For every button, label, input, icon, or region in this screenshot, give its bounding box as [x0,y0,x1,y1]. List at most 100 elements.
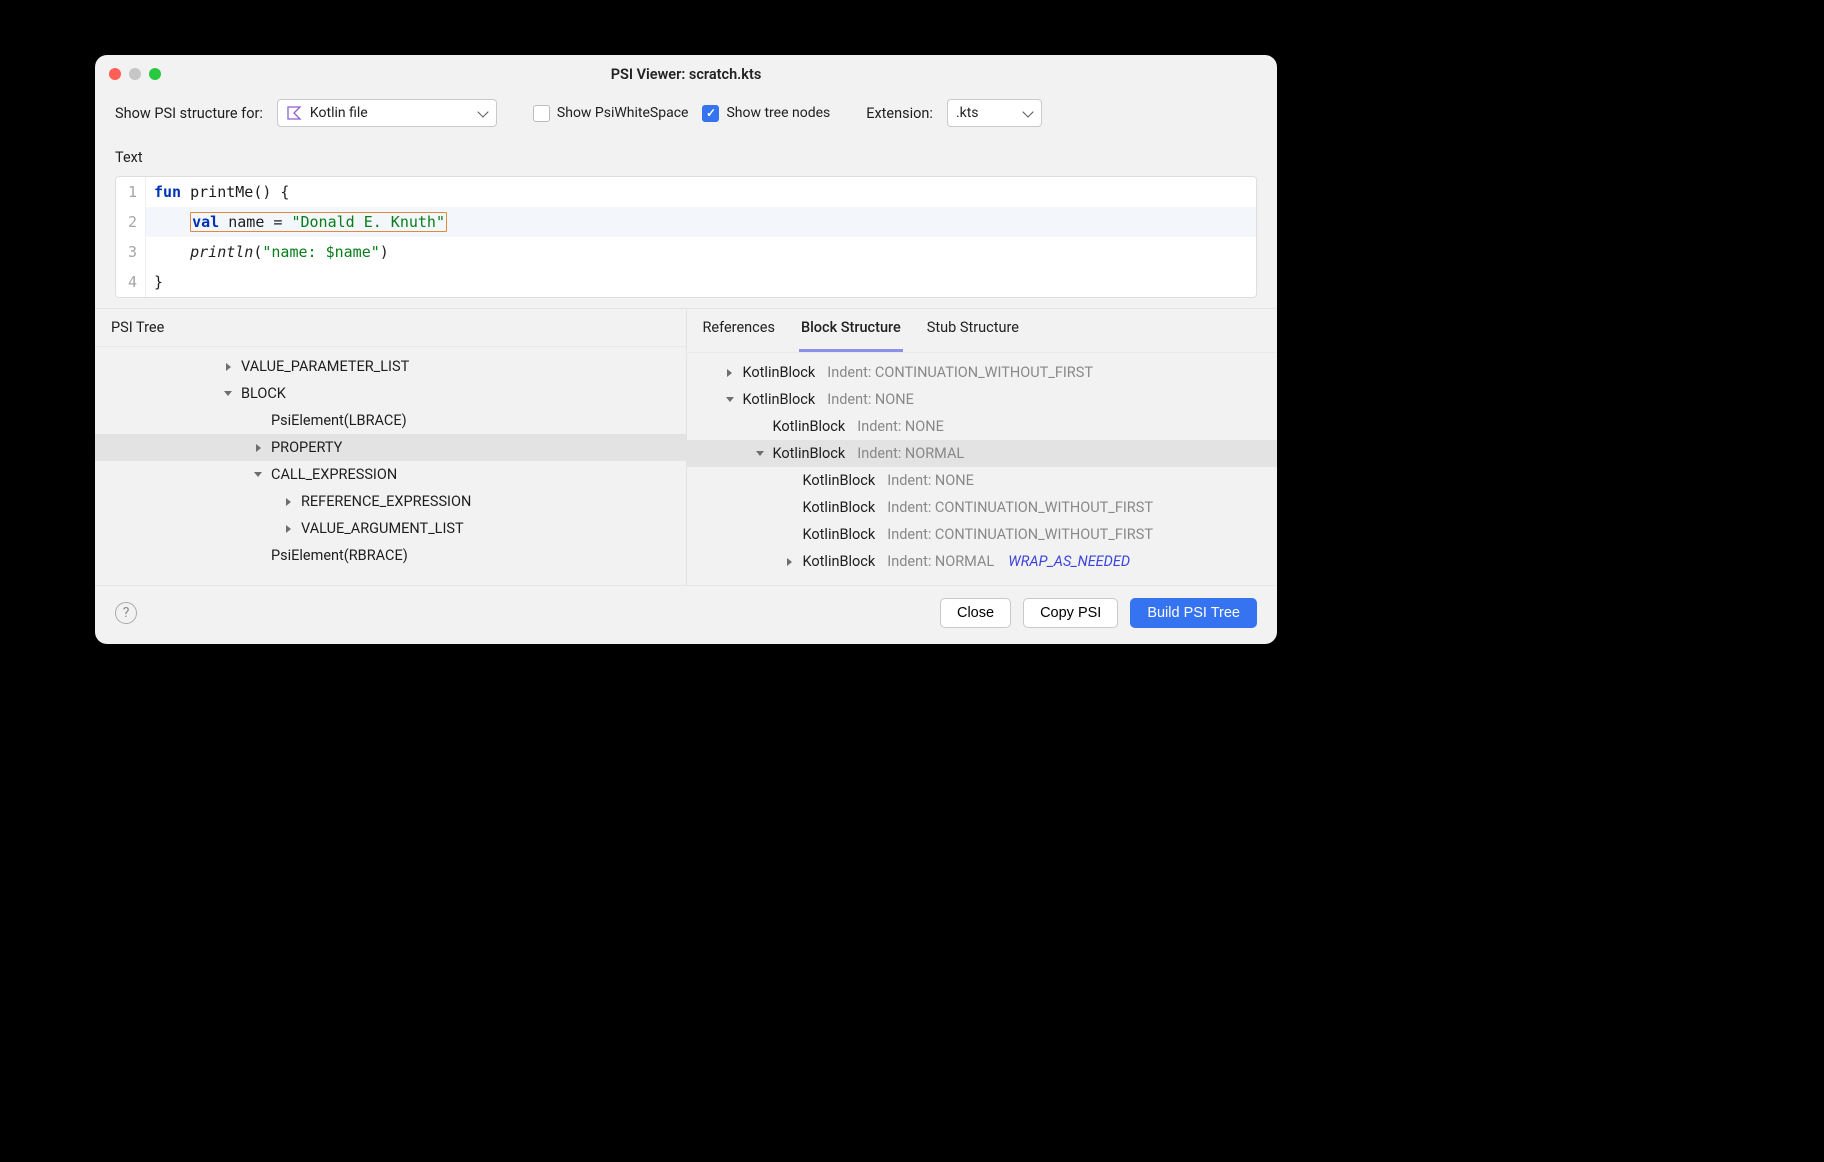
tree-arrow-none [753,420,767,434]
tree-row[interactable]: KotlinBlockIndent: NORMAL [687,440,1278,467]
show-whitespace-checkbox[interactable]: Show PsiWhiteSpace [533,105,689,122]
close-button[interactable]: Close [940,598,1011,628]
tree-item-label: KotlinBlock [773,418,846,435]
tree-row[interactable]: VALUE_ARGUMENT_LIST [95,515,686,542]
file-type-value: Kotlin file [310,105,368,121]
line-number: 4 [116,267,146,297]
tree-item-label: KotlinBlock [743,391,816,408]
tree-item-label: VALUE_ARGUMENT_LIST [301,520,464,537]
block-structure-tree[interactable]: KotlinBlock Indent: CONTINUATION_WITHOUT_… [687,353,1278,585]
line-number: 3 [116,237,146,267]
kotlin-icon [286,105,302,121]
tree-item-label: KotlinBlock [803,553,876,570]
tree-row[interactable]: PsiElement(LBRACE) [95,407,686,434]
tree-item-label: KotlinBlock [803,526,876,543]
line-number: 1 [116,177,146,207]
tree-item-detail: Indent: NONE [887,472,974,489]
tree-row[interactable]: KotlinBlock Indent: NONE [687,413,1278,440]
tree-item-label: VALUE_PARAMETER_LIST [241,358,409,375]
code-panel[interactable]: 1 fun printMe() { 2 val name = "Donald E… [115,176,1257,298]
tree-row[interactable]: KotlinBlock Indent: NORMAL WRAP_AS_NEEDED [687,548,1278,575]
toolbar: Show PSI structure for: Kotlin file Show… [95,93,1277,141]
code-line[interactable]: 3 println("name: $name") [116,237,1256,267]
footer: ? Close Copy PSI Build PSI Tree [95,585,1277,644]
show-psi-label: Show PSI structure for: [115,105,263,122]
tree-row[interactable]: CALL_EXPRESSION [95,461,686,488]
chevron-down-icon[interactable] [221,387,235,401]
tree-row[interactable]: BLOCK [95,380,686,407]
tree-row[interactable]: KotlinBlock Indent: CONTINUATION_WITHOUT_… [687,494,1278,521]
chevron-down-icon [1023,108,1033,118]
tree-item-label: KotlinBlock [773,445,846,462]
tree-arrow-none [783,501,797,515]
titlebar: PSI Viewer: scratch.kts [95,55,1277,93]
tree-row[interactable]: KotlinBlock Indent: CONTINUATION_WITHOUT_… [687,359,1278,386]
tree-item-label: KotlinBlock [803,499,876,516]
text-section-label: Text [95,141,1277,176]
tree-item-label: PROPERTY [271,439,342,456]
chevron-down-icon[interactable] [251,468,265,482]
chevron-right-icon[interactable] [723,366,737,380]
tab-block-structure[interactable]: Block Structure [801,319,901,342]
window-title: PSI Viewer: scratch.kts [95,66,1277,83]
tree-item-label: PsiElement(RBRACE) [271,547,408,564]
tree-item-detail: Indent: CONTINUATION_WITHOUT_FIRST [887,499,1153,516]
extension-select[interactable]: .kts [947,99,1042,127]
checkbox-checked-icon [702,105,719,122]
psi-tree-pane: PSI Tree VALUE_PARAMETER_LIST BLOCK PsiEle… [95,309,687,585]
psi-tree[interactable]: VALUE_PARAMETER_LIST BLOCK PsiElement(LBRA… [95,347,686,579]
copy-psi-button[interactable]: Copy PSI [1023,598,1118,628]
line-number: 2 [116,207,146,237]
tree-item-label: CALL_EXPRESSION [271,466,397,483]
tree-item-label: KotlinBlock [803,472,876,489]
code-line[interactable]: 1 fun printMe() { [116,177,1256,207]
tree-row[interactable]: VALUE_PARAMETER_LIST [95,353,686,380]
chevron-right-icon[interactable] [281,522,295,536]
tree-row[interactable]: KotlinBlock Indent: NONE [687,386,1278,413]
tree-row[interactable]: REFERENCE_EXPRESSION [95,488,686,515]
tree-item-detail: Indent: NONE [827,391,914,408]
file-type-select[interactable]: Kotlin file [277,99,497,127]
tree-item-detail: Indent: CONTINUATION_WITHOUT_FIRST [887,526,1153,543]
tree-arrow-none [783,528,797,542]
tree-arrow-none [783,474,797,488]
extension-value: .kts [956,105,979,121]
tree-row[interactable]: PsiElement(RBRACE) [95,542,686,569]
tree-item-detail: Indent: NONE [857,418,944,435]
detail-pane: References Block Structure Stub Structur… [687,309,1278,585]
tree-arrow-none [251,549,265,563]
chevron-right-icon[interactable] [783,555,797,569]
show-tree-nodes-label: Show tree nodes [726,105,830,121]
tab-references[interactable]: References [703,319,775,342]
checkbox-unchecked-icon [533,105,550,122]
show-whitespace-label: Show PsiWhiteSpace [557,105,689,121]
tree-row[interactable]: KotlinBlock Indent: CONTINUATION_WITHOUT_… [687,521,1278,548]
chevron-down-icon[interactable] [723,393,737,407]
show-tree-nodes-checkbox[interactable]: Show tree nodes [702,105,830,122]
tree-item-label: PsiElement(LBRACE) [271,412,407,429]
tree-row[interactable]: PROPERTY [95,434,686,461]
tab-stub-structure[interactable]: Stub Structure [927,319,1019,342]
code-line[interactable]: 2 val name = "Donald E. Knuth" [116,207,1256,237]
tree-item-label: KotlinBlock [743,364,816,381]
tree-row[interactable]: KotlinBlock Indent: NONE [687,467,1278,494]
psi-tree-label: PSI Tree [95,309,686,347]
build-psi-tree-button[interactable]: Build PSI Tree [1130,598,1257,628]
chevron-right-icon[interactable] [221,360,235,374]
tree-item-label: BLOCK [241,385,286,402]
tree-item-label: REFERENCE_EXPRESSION [301,493,471,510]
tree-arrow-none [251,414,265,428]
help-icon[interactable]: ? [115,602,137,624]
detail-tabs: References Block Structure Stub Structur… [687,309,1278,353]
psi-viewer-window: PSI Viewer: scratch.kts Show PSI structu… [95,55,1277,644]
tree-item-wrap: WRAP_AS_NEEDED [1008,553,1130,570]
chevron-right-icon[interactable] [281,495,295,509]
extension-label: Extension: [866,105,933,122]
selection-highlight: val name = "Donald E. Knuth" [190,212,447,232]
chevron-down-icon[interactable] [753,447,767,461]
chevron-right-icon[interactable] [251,441,265,455]
tree-item-detail: Indent: CONTINUATION_WITHOUT_FIRST [827,364,1093,381]
tree-item-detail: Indent: NORMAL [887,553,994,570]
code-line[interactable]: 4 } [116,267,1256,297]
split-pane: PSI Tree VALUE_PARAMETER_LIST BLOCK PsiEle… [95,308,1277,585]
